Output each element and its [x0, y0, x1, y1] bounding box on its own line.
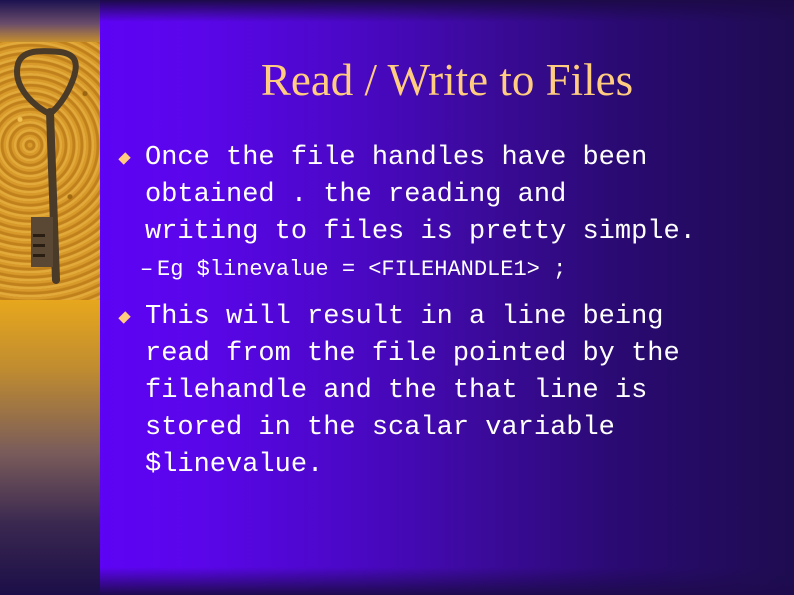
diamond-bullet-icon	[119, 313, 131, 325]
diamond-bullet-icon	[119, 154, 131, 166]
bullet-text-line: stored in the scalar variable	[145, 413, 615, 443]
dash-marker: –	[140, 257, 154, 282]
bullet-list: Once the file handles have been obtained…	[116, 140, 786, 484]
bullet-text-line: filehandle and the that line is	[145, 376, 648, 406]
bullet-text-line: read from the file pointed by the	[145, 339, 680, 369]
bullet-item: Once the file handles have been obtained…	[116, 140, 786, 251]
bullet-text-line: obtained . the reading and	[145, 180, 567, 210]
bullet-text-line: writing to files is pretty simple.	[145, 217, 696, 247]
key-icon	[14, 48, 79, 284]
sub-bullet-text: Eg $linevalue = <FILEHANDLE1> ;	[157, 257, 567, 282]
slide-title: Read / Write to Files	[260, 55, 634, 105]
bullet-text-line: $linevalue.	[145, 450, 324, 480]
bullet-item: This will result in a line being read fr…	[116, 299, 786, 484]
bullet-text-line: Once the file handles have been	[145, 143, 648, 173]
bullet-text-line: This will result in a line being	[145, 302, 664, 332]
sub-bullet-item: – Eg $linevalue = <FILEHANDLE1> ;	[116, 255, 786, 285]
